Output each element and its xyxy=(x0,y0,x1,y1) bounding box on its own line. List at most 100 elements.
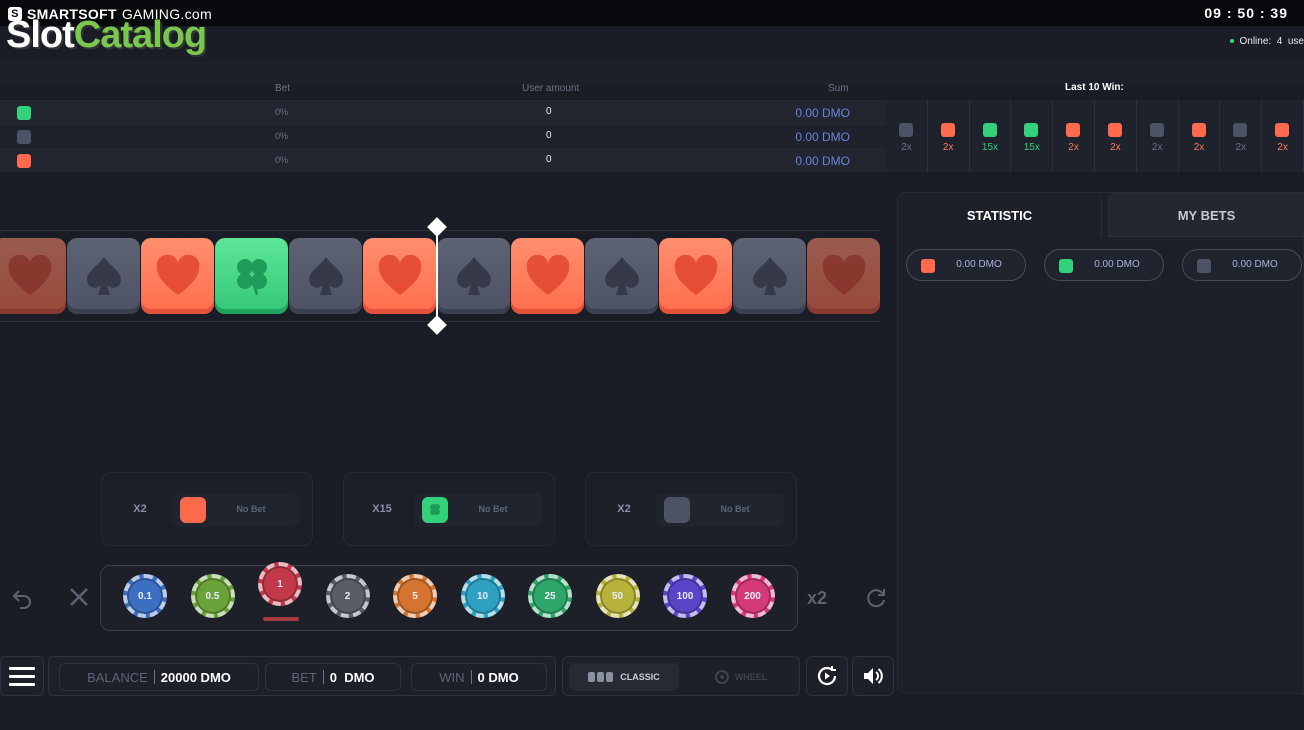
last-win-item: 2x xyxy=(886,100,928,172)
bet-table-header: Bet User amount Sum xyxy=(0,80,886,100)
chip-value: 1 xyxy=(277,578,283,590)
tab-my-bets[interactable]: MY BETS xyxy=(1108,193,1304,237)
clock: 09 : 50 : 39 xyxy=(1204,5,1288,21)
watermark: SlotCatalog xyxy=(6,14,207,57)
chip-1[interactable]: 1 xyxy=(258,562,302,606)
reel-tile-hearts xyxy=(141,238,214,314)
spades-icon xyxy=(604,257,639,295)
menu-button[interactable] xyxy=(0,656,44,696)
row-sum: 0.00 DMO xyxy=(795,130,850,144)
spades-icon xyxy=(86,257,121,295)
chip-25[interactable]: 25 xyxy=(528,574,572,618)
chip-value: 50 xyxy=(611,590,624,602)
header-sum: Sum xyxy=(828,83,849,94)
last-win-item: 2x xyxy=(1262,100,1304,172)
row-user-amount: 0 xyxy=(546,130,552,141)
bet-box-slot[interactable]: No Bet xyxy=(414,493,542,527)
bet-separator xyxy=(322,670,324,684)
spades-icon xyxy=(456,257,491,295)
row-user-amount: 0 xyxy=(546,154,552,165)
hamburger-line xyxy=(9,682,35,686)
balance-label: BALANCE xyxy=(87,669,148,685)
chip-value: 25 xyxy=(544,590,556,602)
stat-pill: 0.00 DMO xyxy=(1044,249,1164,281)
chip-10[interactable]: 10 xyxy=(460,574,505,618)
chip-50[interactable]: 50 xyxy=(595,574,640,618)
chip-0.1[interactable]: 0.1 xyxy=(123,574,167,618)
online-label: Online: xyxy=(1239,36,1272,47)
clover-color-icon xyxy=(1024,123,1039,137)
hearts-icon xyxy=(8,255,51,295)
spades-color-icon xyxy=(1149,123,1164,137)
row-user-amount: 0 xyxy=(546,106,552,117)
hearts-color-icon xyxy=(1107,123,1122,137)
undo-icon[interactable] xyxy=(10,586,34,616)
reel xyxy=(0,238,880,314)
bet-box-multiplier: X15 xyxy=(372,503,392,515)
autoplay-icon xyxy=(817,666,837,686)
last-win-multiplier: 2x xyxy=(901,142,912,153)
last-win-item: 2x xyxy=(1178,100,1221,172)
last-win-item: 2x xyxy=(1053,100,1095,172)
bet-box-spades[interactable]: X2 No Bet xyxy=(585,472,797,546)
chip-200[interactable]: 200 xyxy=(730,574,775,618)
spades-icon xyxy=(308,257,343,295)
watermark-part1: Slot xyxy=(6,14,75,56)
last-win-item: 15x xyxy=(969,100,1012,172)
clover-icon xyxy=(236,259,267,296)
chip-value: 10 xyxy=(476,590,489,602)
mode-wheel-label: WHEEL xyxy=(734,672,768,682)
tab-statistic[interactable]: STATISTIC xyxy=(898,193,1102,237)
stat-color-icon xyxy=(1059,259,1073,273)
sound-button[interactable] xyxy=(852,656,894,696)
rebet-icon[interactable] xyxy=(864,586,888,616)
double-button[interactable]: x2 xyxy=(807,588,827,609)
bet-table-row: 0% 0 0.00 DMO xyxy=(0,124,886,148)
spades-color-icon xyxy=(664,497,690,523)
row-percent: 0% xyxy=(275,107,289,117)
reel-tile-hearts xyxy=(659,238,732,314)
bet-display: BET 0 DMO xyxy=(265,663,401,691)
bet-box-slot[interactable]: No Bet xyxy=(172,493,300,527)
bet-box-clover[interactable]: X15 No Bet xyxy=(343,472,555,546)
bet-value: 0 DMO xyxy=(329,669,375,685)
online-status: Online: 4 use xyxy=(1229,36,1304,47)
last-win-multiplier: 2x xyxy=(1151,142,1163,153)
chip-bar: 0.1 0.5 1 2 5 10 25 50 100 200 xyxy=(100,562,798,631)
chip-value: 5 xyxy=(412,590,418,602)
chip-value: 2 xyxy=(344,590,351,602)
bet-label: BET xyxy=(291,669,317,685)
reel-tile-hearts xyxy=(0,238,66,314)
autoplay-button[interactable] xyxy=(806,656,848,696)
last-win-item: 2x xyxy=(1094,100,1137,172)
row-sum: 0.00 DMO xyxy=(795,154,850,168)
clover-color-icon xyxy=(982,123,997,137)
speaker-icon xyxy=(864,668,883,684)
mode-classic[interactable]: CLASSIC xyxy=(569,663,679,691)
hearts-icon xyxy=(156,255,199,295)
spades-color-icon xyxy=(1233,123,1248,137)
clover-color-icon xyxy=(17,106,31,120)
chip-5[interactable]: 5 xyxy=(393,574,437,618)
stat-pill: 0.00 DMO xyxy=(1182,249,1302,281)
chip-0.5[interactable]: 0.5 xyxy=(190,574,235,618)
clover-color-icon xyxy=(422,497,448,523)
bet-box-hearts[interactable]: X2 No Bet xyxy=(101,472,313,546)
stat-value: 0.00 DMO xyxy=(1094,259,1140,270)
stat-color-icon xyxy=(1197,259,1211,273)
hearts-color-icon xyxy=(1066,123,1081,137)
reel-pointer xyxy=(427,217,447,335)
hearts-color-icon xyxy=(1191,123,1206,137)
clear-icon[interactable] xyxy=(68,586,90,614)
last-win-multiplier: 2x xyxy=(1068,142,1079,153)
hearts-icon xyxy=(674,255,717,295)
mode-wheel[interactable]: WHEEL xyxy=(687,663,795,691)
chip-2[interactable]: 2 xyxy=(325,574,370,618)
reel-tile-spades xyxy=(585,238,658,314)
last-win-multiplier: 2x xyxy=(1193,142,1205,153)
last-win-item: 2x xyxy=(1136,100,1179,172)
row-percent: 0% xyxy=(275,155,289,165)
chip-100[interactable]: 100 xyxy=(663,574,707,618)
classic-mode-icon xyxy=(588,672,614,682)
bet-box-slot[interactable]: No Bet xyxy=(656,493,784,527)
